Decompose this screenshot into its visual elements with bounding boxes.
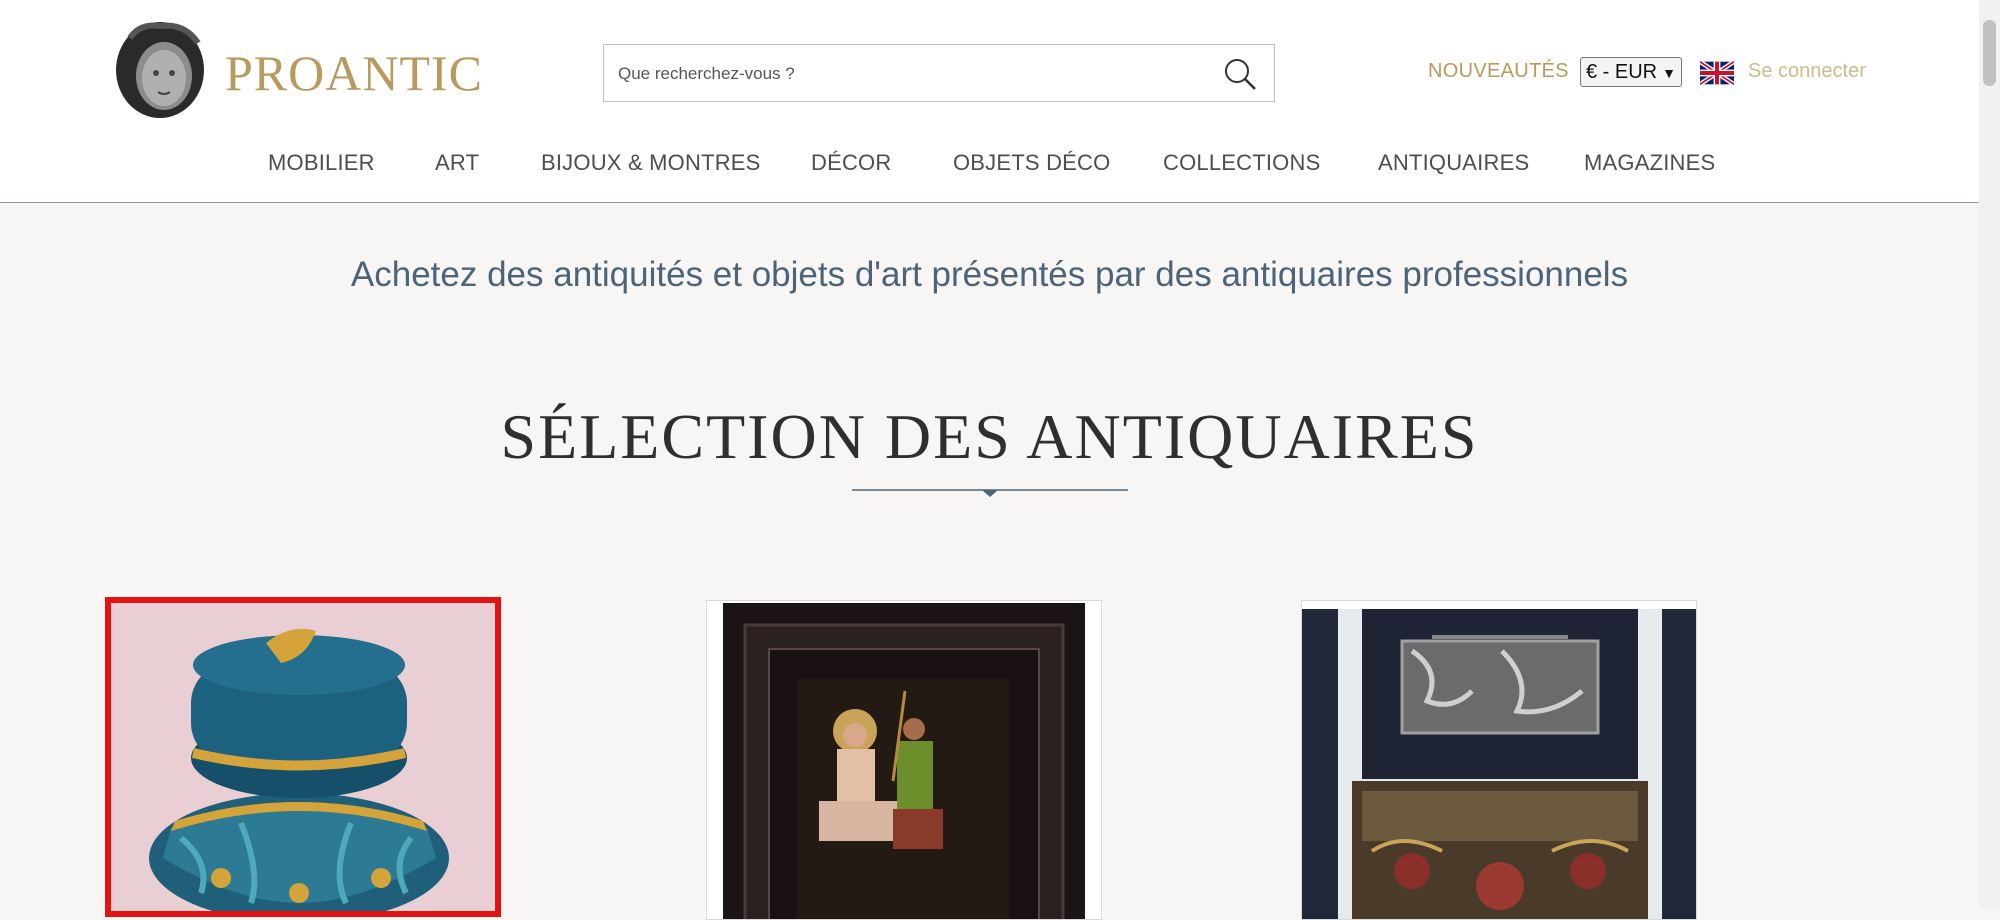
main-nav: MOBILIER ART BIJOUX & MONTRES DÉCOR OBJE…: [0, 150, 1979, 180]
uk-flag-icon[interactable]: [1700, 60, 1734, 86]
search-input[interactable]: [616, 45, 1200, 103]
product-image-jar: [111, 603, 495, 911]
currency-selected-value: € - EUR: [1586, 61, 1658, 83]
product-card-chest[interactable]: [1301, 600, 1697, 920]
nav-item-objets-deco[interactable]: OBJETS DÉCO: [953, 150, 1110, 176]
product-card-painting[interactable]: [706, 600, 1102, 920]
nav-item-bijoux-montres[interactable]: BIJOUX & MONTRES: [541, 150, 761, 176]
search-icon[interactable]: [1222, 56, 1258, 92]
login-link[interactable]: Se connecter: [1748, 60, 1866, 83]
scrollbar[interactable]: [1979, 0, 2000, 908]
product-image-painting: [707, 601, 1101, 919]
nav-item-mobilier[interactable]: MOBILIER: [268, 150, 375, 176]
nav-item-art[interactable]: ART: [435, 150, 479, 176]
chevron-down-icon: ▼: [1662, 65, 1676, 81]
title-divider: [852, 489, 1128, 497]
section-title: SÉLECTION DES ANTIQUAIRES: [500, 401, 1479, 472]
site-logo-text[interactable]: PROANTIC: [225, 44, 483, 102]
currency-select[interactable]: € - EUR ▼: [1580, 57, 1682, 87]
nav-item-decor[interactable]: DÉCOR: [811, 150, 891, 176]
site-header: PROANTIC NOUVEAUTÉS € - EUR ▼ Se connect…: [0, 0, 1979, 203]
logo-bust-icon[interactable]: [110, 18, 210, 124]
nav-item-antiquaires[interactable]: ANTIQUAIRES: [1378, 150, 1529, 176]
new-arrivals-link[interactable]: NOUVEAUTÉS: [1428, 60, 1569, 83]
product-image-chest: [1302, 601, 1696, 919]
tagline: Achetez des antiquités et objets d'art p…: [350, 255, 1629, 294]
nav-item-magazines[interactable]: MAGAZINES: [1584, 150, 1715, 176]
search-bar: [603, 44, 1275, 103]
product-card-jar[interactable]: [105, 597, 501, 917]
nav-item-collections[interactable]: COLLECTIONS: [1163, 150, 1320, 176]
scrollbar-thumb[interactable]: [1983, 20, 1996, 86]
